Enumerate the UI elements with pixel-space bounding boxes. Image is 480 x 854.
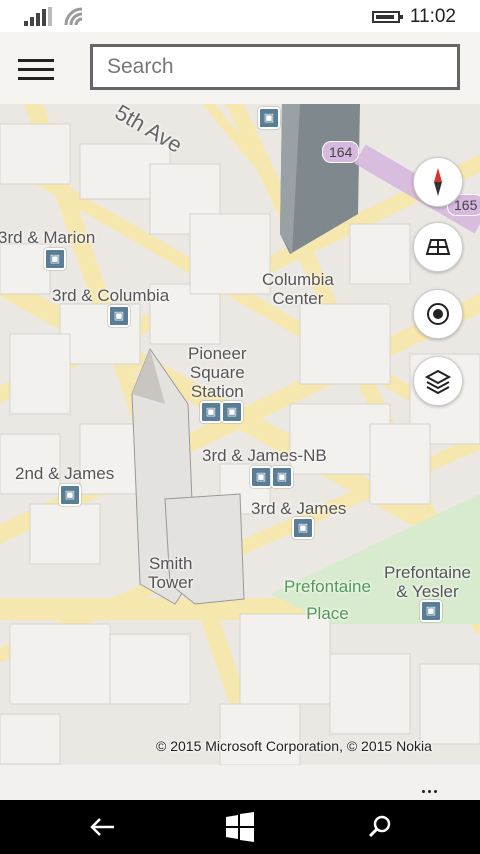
place-label-line: Smith <box>148 554 193 573</box>
place-label-line: Center <box>272 289 324 308</box>
station-label-pioneer-square: Pioneer Square Station <box>188 344 247 401</box>
bus-stop-icon[interactable]: ▣ <box>292 517 314 539</box>
stop-label-3rd-james-nb: 3rd & James-NB <box>202 446 327 465</box>
locate-me-icon <box>427 303 449 325</box>
place-label-line: & Yesler <box>396 582 459 601</box>
stop-label-prefontaine-yesler: Prefontaine & Yesler <box>384 563 471 601</box>
system-navigation-bar <box>0 800 480 854</box>
map-copyright: © 2015 Microsoft Corporation, © 2015 Nok… <box>156 738 432 754</box>
stop-label-3rd-james: 3rd & James <box>251 499 347 518</box>
place-label-line: Prefontaine <box>284 577 371 596</box>
place-label-line: Columbia <box>262 270 334 289</box>
place-label-columbia-center: Columbia Center <box>262 270 334 308</box>
battery-icon <box>372 11 403 23</box>
stop-label-2nd-james: 2nd & James <box>15 464 115 483</box>
place-label-line: Pioneer <box>188 344 247 363</box>
bus-stop-icon[interactable]: ▣ <box>108 305 130 327</box>
place-label-line: Prefontaine <box>384 563 471 582</box>
bus-stop-icon[interactable]: ▣ <box>200 401 222 423</box>
search-bar <box>0 32 480 104</box>
map-view[interactable]: 164 165 5th Ave 3rd & Marion ▣ 3rd & Col… <box>0 104 480 765</box>
landmark-label-smith-tower: Smith Tower <box>148 554 193 592</box>
place-label-line: Square <box>189 363 245 382</box>
back-arrow-icon <box>90 818 114 836</box>
locate-me-button[interactable] <box>413 289 463 339</box>
bus-stop-icon[interactable]: ▣ <box>59 484 81 506</box>
status-bar: 11:02 <box>0 0 480 32</box>
bus-stop-icon[interactable]: ▣ <box>271 466 293 488</box>
map-canvas[interactable] <box>0 104 480 765</box>
stop-label-3rd-marion: 3rd & Marion <box>0 228 96 247</box>
place-label-line: Place <box>306 604 349 623</box>
compass-icon <box>434 168 442 196</box>
wifi-icon <box>64 7 83 26</box>
layers-button[interactable] <box>413 356 463 406</box>
bus-stop-icon[interactable]: ▣ <box>250 466 272 488</box>
more-options-icon[interactable] <box>420 778 440 798</box>
3d-view-button[interactable] <box>413 222 463 272</box>
stop-label-3rd-columbia: 3rd & Columbia <box>52 286 170 305</box>
search-button[interactable] <box>360 809 400 845</box>
compass-button[interactable] <box>413 157 463 207</box>
search-icon <box>368 815 391 838</box>
layers-icon <box>424 369 452 395</box>
back-button[interactable] <box>82 809 122 845</box>
signal-strength-icon <box>24 7 52 26</box>
search-input[interactable] <box>90 44 460 90</box>
bus-stop-icon[interactable]: ▣ <box>221 401 243 423</box>
start-button[interactable] <box>220 809 260 845</box>
bus-stop-icon[interactable]: ▣ <box>420 600 442 622</box>
route-shield-164: 164 <box>322 141 360 163</box>
windows-logo-icon <box>226 812 254 842</box>
bottom-app-bar <box>0 765 480 800</box>
clock: 11:02 <box>409 6 456 27</box>
bus-stop-icon[interactable]: ▣ <box>44 248 66 270</box>
park-label-prefontaine-place: Prefontaine Place <box>284 573 371 627</box>
place-label-line: Tower <box>148 573 194 592</box>
3d-view-icon <box>425 239 451 255</box>
place-label-line: Station <box>190 382 244 401</box>
bus-stop-icon[interactable]: ▣ <box>258 107 280 129</box>
hamburger-menu-icon[interactable] <box>18 59 54 81</box>
